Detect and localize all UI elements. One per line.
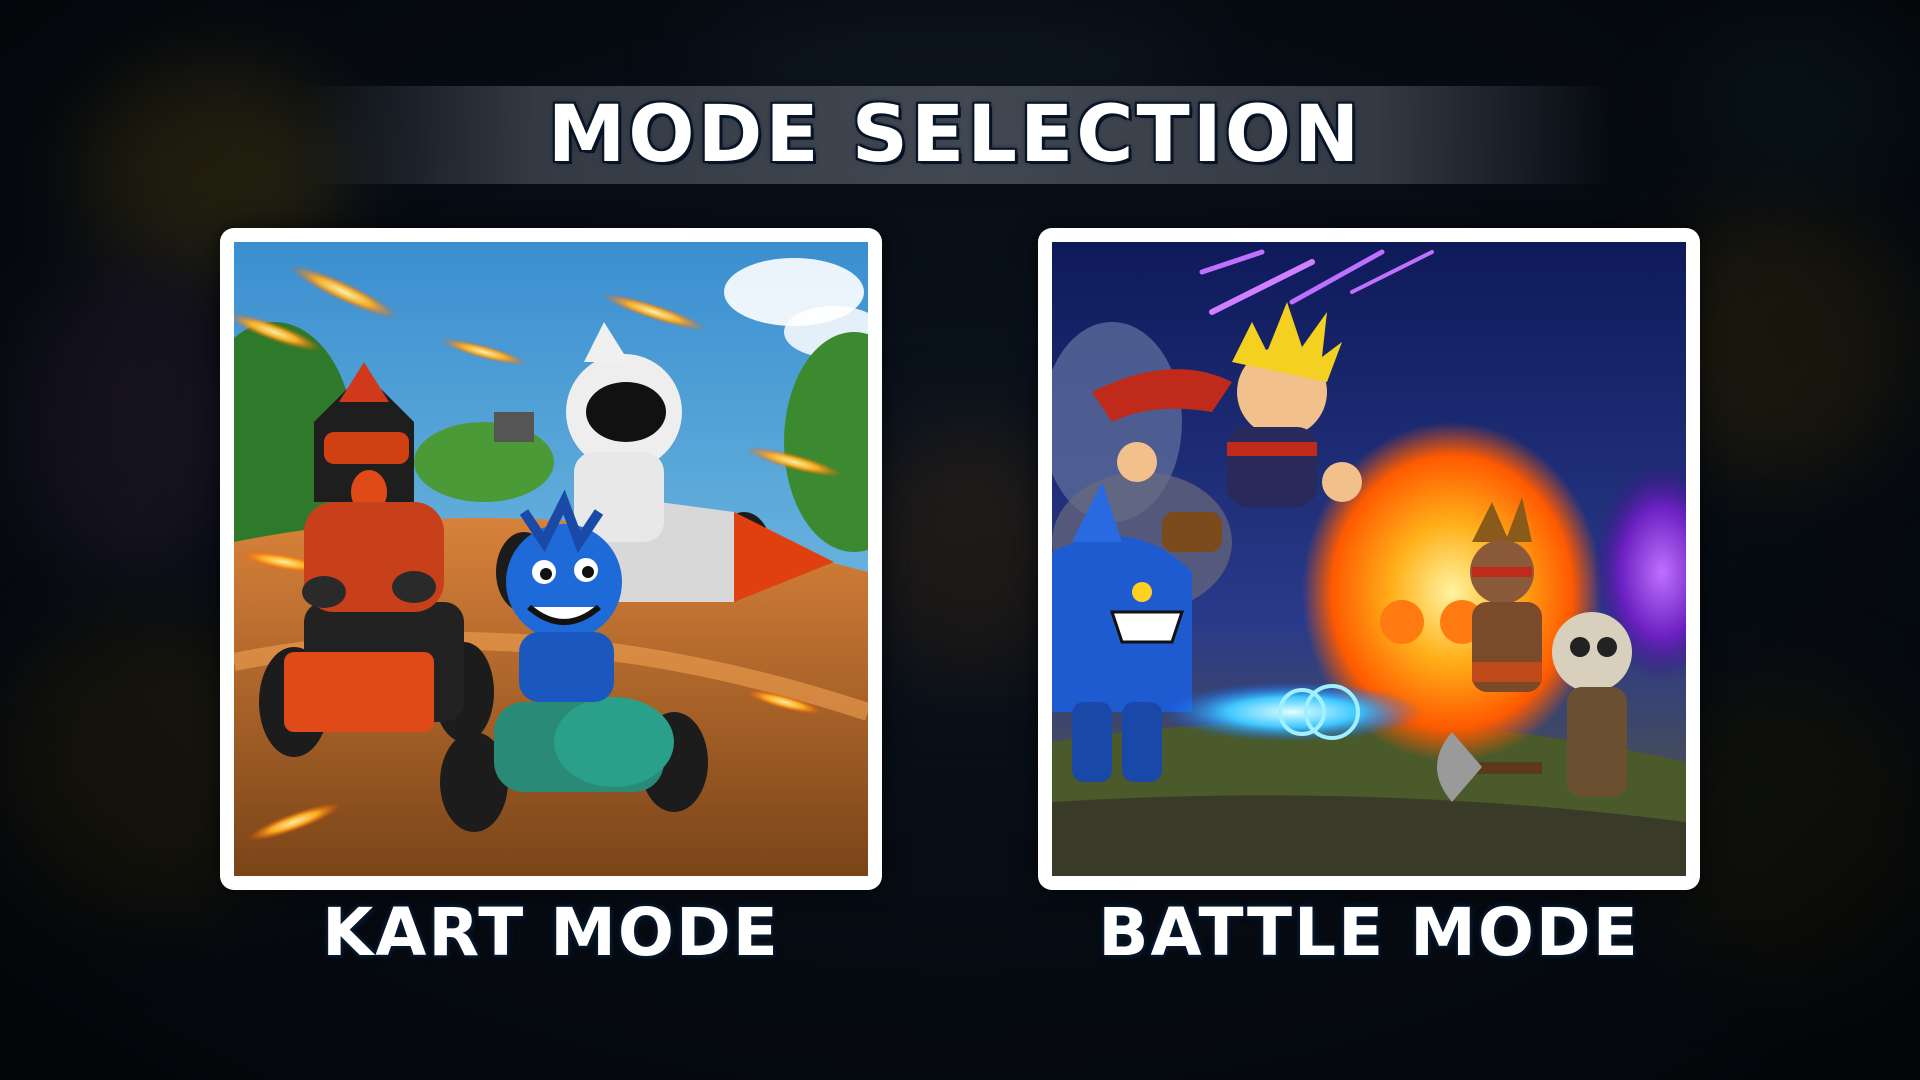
- kart-mode-label[interactable]: KART MODE: [220, 894, 882, 971]
- kart-mode-art: [234, 242, 868, 876]
- battle-mode-card[interactable]: [1038, 228, 1700, 890]
- page-title: MODE SELECTION: [547, 90, 1363, 180]
- battle-mode-label[interactable]: BATTLE MODE: [1038, 894, 1700, 971]
- title-banner: MODE SELECTION: [300, 86, 1610, 184]
- battle-mode-art: [1052, 242, 1686, 876]
- kart-mode-card[interactable]: [220, 228, 882, 890]
